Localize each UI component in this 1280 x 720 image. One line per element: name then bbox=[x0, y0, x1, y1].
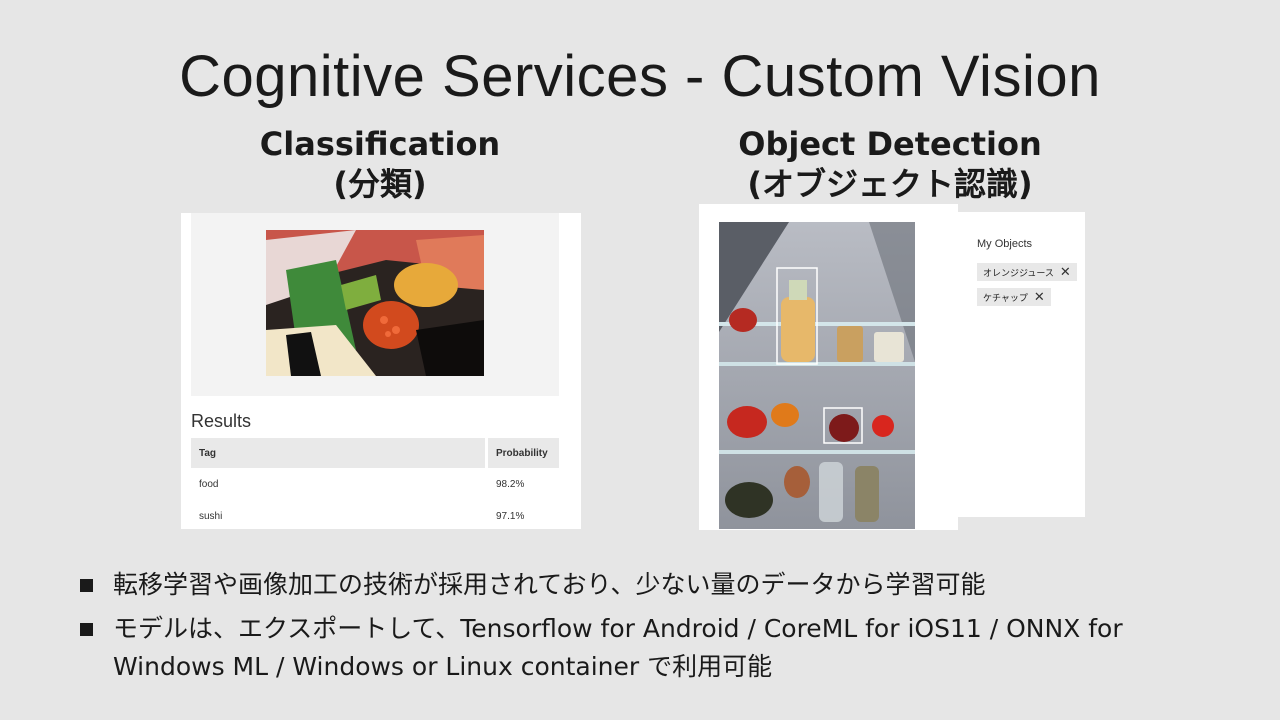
object-detection-sidebar bbox=[938, 212, 1085, 517]
results-label: Results bbox=[191, 411, 252, 431]
slide-title: Cognitive Services - Custom Vision bbox=[179, 44, 1101, 109]
bullet-list: 転移学習や画像加工の技術が採用されており、少ない量のデータから学習可能 モデルは… bbox=[80, 566, 1230, 692]
object-detection-subtitle: (オブジェクト認識) bbox=[747, 165, 1033, 203]
results-table-header: Tag Probability bbox=[191, 438, 559, 468]
row-tag: sushi bbox=[199, 510, 223, 522]
list-item: モデルは、エクスポートして、Tensorflow for Android / C… bbox=[80, 610, 1230, 686]
list-item: 転移学習や画像加工の技術が採用されており、少ない量のデータから学習可能 bbox=[80, 566, 1230, 604]
classification-image-area bbox=[191, 213, 559, 396]
classification-subtitle: (分類) bbox=[333, 165, 427, 203]
results-table: Tag Probability food 98.2% sushi 97.1% bbox=[191, 438, 559, 529]
row-probability: 97.1% bbox=[496, 510, 525, 522]
object-detection-panel bbox=[699, 204, 958, 530]
header-tag: Tag bbox=[191, 438, 485, 468]
sushi-photo bbox=[266, 230, 484, 376]
classification-title: Classification bbox=[259, 125, 501, 163]
header-probability: Probability bbox=[488, 438, 559, 468]
bullet-square-icon bbox=[80, 579, 93, 592]
object-detection-heading: Object Detection (オブジェクト認識) bbox=[690, 124, 1090, 204]
table-row: sushi 97.1% bbox=[191, 500, 559, 529]
object-detection-title: Object Detection bbox=[738, 125, 1042, 163]
bullet-square-icon bbox=[80, 623, 93, 636]
object-tag-orange-juice[interactable]: オレンジジュース ✕ bbox=[977, 263, 1077, 281]
close-icon[interactable]: ✕ bbox=[1060, 264, 1071, 280]
object-tag-ketchup[interactable]: ケチャップ ✕ bbox=[977, 288, 1051, 306]
row-tag: food bbox=[199, 478, 219, 490]
table-row: food 98.2% bbox=[191, 468, 559, 500]
classification-panel: Results Tag Probability food 98.2% sushi… bbox=[181, 213, 581, 529]
close-icon[interactable]: ✕ bbox=[1034, 289, 1045, 305]
classification-heading: Classification (分類) bbox=[230, 124, 530, 204]
my-objects-label: My Objects bbox=[977, 238, 1033, 250]
object-tag-label: オレンジジュース bbox=[983, 267, 1054, 278]
fridge-photo bbox=[719, 222, 915, 529]
row-probability: 98.2% bbox=[496, 478, 525, 490]
bullet-text: 転移学習や画像加工の技術が採用されており、少ない量のデータから学習可能 bbox=[113, 570, 986, 599]
object-tag-label: ケチャップ bbox=[983, 292, 1028, 303]
bullet-text: モデルは、エクスポートして、Tensorflow for Android / C… bbox=[113, 614, 1123, 681]
